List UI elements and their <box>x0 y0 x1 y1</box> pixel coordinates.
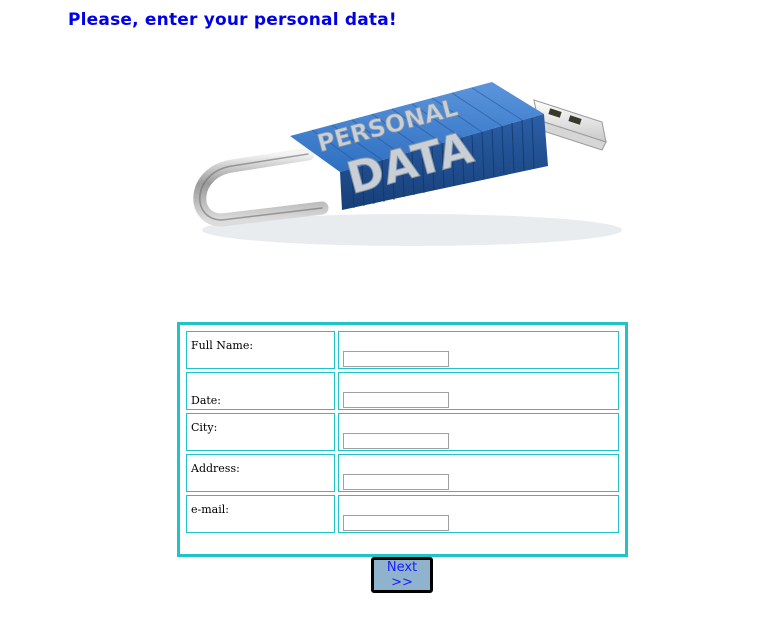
form-row-full-name: Full Name: <box>186 331 619 369</box>
input-cell <box>337 413 619 451</box>
city-input[interactable] <box>342 433 449 449</box>
label-cell: City: <box>186 413 335 451</box>
full-name-input[interactable] <box>342 351 449 367</box>
input-cell <box>337 331 619 369</box>
label-cell: Full Name: <box>186 331 335 369</box>
form-row-date: Date: <box>186 372 619 410</box>
address-label: Address: <box>191 462 240 475</box>
form-row-address: Address: <box>186 454 619 492</box>
next-button[interactable]: Next >> <box>371 557 433 593</box>
page-title: Please, enter your personal data! <box>68 10 397 30</box>
label-cell: e-mail: <box>186 495 335 533</box>
form-row-city: City: <box>186 413 619 451</box>
date-label: Date: <box>191 394 222 407</box>
date-input[interactable] <box>342 392 449 408</box>
label-cell: Address: <box>186 454 335 492</box>
city-label: City: <box>191 421 218 434</box>
full-name-label: Full Name: <box>191 339 254 352</box>
personal-data-usb-padlock-image: PERSONAL DATA <box>193 82 622 246</box>
form-table: Full Name: Date: City: Address: e-mail: <box>183 328 622 536</box>
input-cell <box>337 495 619 533</box>
address-input[interactable] <box>342 474 449 490</box>
input-cell <box>337 372 619 410</box>
form-row-email: e-mail: <box>186 495 619 533</box>
input-cell <box>337 454 619 492</box>
email-input[interactable] <box>342 515 449 531</box>
personal-data-form: Full Name: Date: City: Address: e-mail: <box>177 322 628 557</box>
label-cell: Date: <box>186 372 335 410</box>
email-label: e-mail: <box>191 503 229 516</box>
